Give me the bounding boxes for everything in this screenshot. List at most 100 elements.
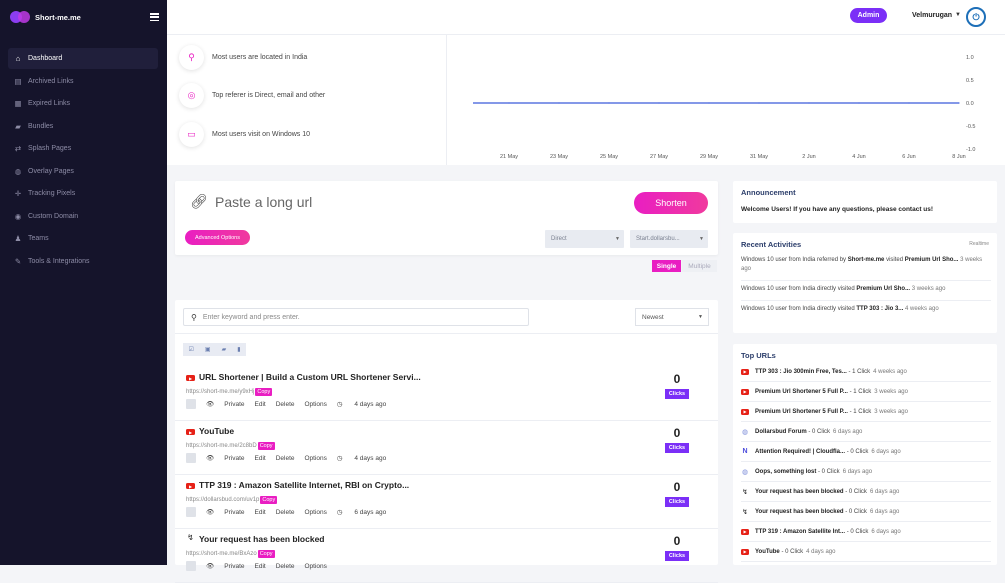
top-url-item[interactable]: ↯ Your request has been blocked - 0 Click… [741, 502, 991, 522]
private-toggle[interactable]: 👁︎ Private [206, 400, 245, 408]
user-avatar-icon[interactable]: ⏻ [966, 7, 986, 27]
short-url[interactable]: https://short-me.me/2c8bD Copy [186, 442, 275, 450]
chevron-down-icon[interactable]: ▼ [955, 12, 961, 18]
redirect-type-select[interactable]: Direct ▼ [545, 230, 624, 248]
archive-icon[interactable]: ▣ [205, 346, 211, 353]
copy-button[interactable]: Copy [257, 550, 275, 558]
admin-button[interactable]: Admin [850, 8, 887, 23]
short-url-text: https://dollarsbud.com/uv1p [186, 497, 260, 503]
sidebar-item-bundles[interactable]: ▰ Bundles [8, 116, 158, 137]
link-title[interactable]: TTP 319 : Amazon Satellite Internet, RBI… [199, 480, 409, 490]
private-label: Private [224, 563, 245, 570]
delete-link[interactable]: Delete [276, 563, 295, 570]
edit-link[interactable]: Edit [255, 401, 266, 408]
short-url[interactable]: https://short-me.me/y9xHj Copy [186, 388, 273, 396]
sidebar-item-custom-domain[interactable]: ◉ Custom Domain [8, 206, 158, 227]
copy-button[interactable]: Copy [257, 442, 275, 450]
private-toggle[interactable]: 👁︎ Private [206, 454, 245, 462]
top-url-name[interactable]: Your request has been blocked [755, 489, 844, 495]
folder-icon[interactable]: ▰ [222, 346, 227, 353]
row-checkbox[interactable] [186, 507, 196, 517]
top-url-name[interactable]: Premium Url Shortener 5 Full P... [755, 389, 848, 395]
advanced-options-button[interactable]: Advanced Options [185, 230, 250, 245]
top-url-item[interactable]: ▶ Premium Url Shortener 5 Full P... - 1 C… [741, 402, 991, 422]
options-link[interactable]: Options [305, 563, 327, 570]
top-url-item[interactable]: ▶ TTP 303 : Jio 300min Free, Tes... - 1 C… [741, 362, 991, 382]
brand-logo[interactable]: Short-me.me [10, 11, 81, 23]
sidebar-item-archived-links[interactable]: ▤ Archived Links [8, 71, 158, 92]
top-url-item[interactable]: ▶ Premium Url Shortener 5 Full P... - 1 C… [741, 382, 991, 402]
shorten-button[interactable]: Shorten [634, 192, 708, 214]
private-toggle[interactable]: 👁︎ Private [206, 562, 245, 570]
links-search-input[interactable]: ⚲ Enter keyword and press enter. [183, 308, 529, 326]
activity-link[interactable]: Premium Url Sho... [905, 257, 959, 263]
row-checkbox[interactable] [186, 453, 196, 463]
mode-multiple-button[interactable]: Multiple [682, 260, 717, 272]
mode-single-button[interactable]: Single [652, 260, 681, 272]
link-actions: 👁︎ Private Edit Delete Options [186, 561, 337, 571]
link-title[interactable]: YouTube [199, 426, 234, 436]
top-url-item[interactable]: ↯ Your request has been blocked - 0 Click… [741, 482, 991, 502]
trash-icon[interactable]: ▮ [237, 346, 240, 353]
x-tick-label: 27 May [650, 154, 668, 160]
sidebar-item-tracking-pixels[interactable]: ✛ Tracking Pixels [8, 183, 158, 204]
top-url-item[interactable]: N Attention Required! | Cloudfla... - 0 C… [741, 442, 991, 462]
delete-link[interactable]: Delete [276, 455, 295, 462]
sidebar-item-label: Custom Domain [28, 212, 79, 220]
sidebar-item-splash-pages[interactable]: ⇄ Splash Pages [8, 138, 158, 159]
activity-link[interactable]: TTP 303 : Jio 3... [856, 306, 903, 312]
short-url[interactable]: https://short-me.me/BxAzo Copy [186, 550, 275, 558]
top-url-item[interactable]: ▶ TTP 319 : Amazon Satellite Int... - 0 C… [741, 522, 991, 542]
top-url-name[interactable]: Attention Required! | Cloudfla... [755, 449, 845, 455]
domain-select[interactable]: Start.dollarsbu... ▼ [630, 230, 708, 248]
long-url-input[interactable]: Paste a long url [215, 194, 312, 210]
hamburger-menu-icon[interactable] [150, 13, 159, 21]
clicks-button[interactable]: Clicks [665, 443, 689, 453]
copy-button[interactable]: Copy [255, 388, 273, 396]
sidebar-item-expired-links[interactable]: ▦ Expired Links [8, 93, 158, 114]
blocked-site-icon: ↯ [742, 508, 748, 516]
clicks-button[interactable]: Clicks [665, 551, 689, 561]
options-link[interactable]: Options [305, 509, 327, 516]
link-time: ◷ 6 days ago [337, 508, 386, 516]
sidebar-item-tools-integrations[interactable]: ✎ Tools & Integrations [8, 251, 158, 272]
private-toggle[interactable]: 👁︎ Private [206, 508, 245, 516]
row-checkbox[interactable] [186, 399, 196, 409]
top-url-name[interactable]: YouTube [755, 549, 780, 555]
top-url-name[interactable]: TTP 303 : Jio 300min Free, Tes... [755, 369, 847, 375]
top-url-name[interactable]: Dollarsbud Forum [755, 429, 807, 435]
top-url-item[interactable]: ◍ Dollarsbud Forum - 0 Click 6 days ago [741, 422, 991, 442]
top-url-name[interactable]: Your request has been blocked [755, 509, 844, 515]
link-title[interactable]: Your request has been blocked [199, 534, 325, 544]
activity-link[interactable]: Premium Url Sho... [856, 286, 910, 292]
y-tick-label: 0.5 [966, 78, 974, 84]
clicks-button[interactable]: Clicks [665, 497, 689, 507]
edit-link[interactable]: Edit [255, 563, 266, 570]
username-label[interactable]: Velmurugan [912, 12, 952, 19]
short-url[interactable]: https://dollarsbud.com/uv1p Copy [186, 496, 278, 504]
top-url-name[interactable]: Oops, something lost [755, 469, 816, 475]
copy-button[interactable]: Copy [260, 496, 278, 504]
options-link[interactable]: Options [305, 401, 327, 408]
edit-link[interactable]: Edit [255, 509, 266, 516]
clicks-button[interactable]: Clicks [665, 389, 689, 399]
row-checkbox[interactable] [186, 561, 196, 571]
delete-link[interactable]: Delete [276, 509, 295, 516]
edit-link[interactable]: Edit [255, 455, 266, 462]
top-urls-card: Top URLs ▶ TTP 303 : Jio 300min Free, Tes… [733, 344, 997, 565]
top-url-name[interactable]: Premium Url Shortener 5 Full P... [755, 409, 848, 415]
sidebar: Short-me.me ⌂ Dashboard ▤ Archived Links ▦ Ex… [0, 0, 167, 565]
sort-select[interactable]: Newest ▼ [635, 308, 709, 326]
select-all-icon[interactable]: ☑ [189, 346, 194, 353]
link-title[interactable]: URL Shortener | Build a Custom URL Short… [199, 372, 421, 382]
activity-link[interactable]: Short-me.me [848, 257, 885, 263]
sidebar-item-teams[interactable]: ♟ Teams [8, 228, 158, 249]
sidebar-item-overlay-pages[interactable]: ◍ Overlay Pages [8, 161, 158, 182]
options-link[interactable]: Options [305, 455, 327, 462]
top-url-item[interactable]: ◍ Oops, something lost - 0 Click 6 days ag… [741, 462, 991, 482]
sidebar-item-label: Overlay Pages [28, 167, 74, 175]
top-url-item[interactable]: ▶ YouTube - 0 Click 4 days ago [741, 542, 991, 562]
sidebar-item-dashboard[interactable]: ⌂ Dashboard [8, 48, 158, 69]
delete-link[interactable]: Delete [276, 401, 295, 408]
top-url-name[interactable]: TTP 319 : Amazon Satellite Int... [755, 529, 845, 535]
